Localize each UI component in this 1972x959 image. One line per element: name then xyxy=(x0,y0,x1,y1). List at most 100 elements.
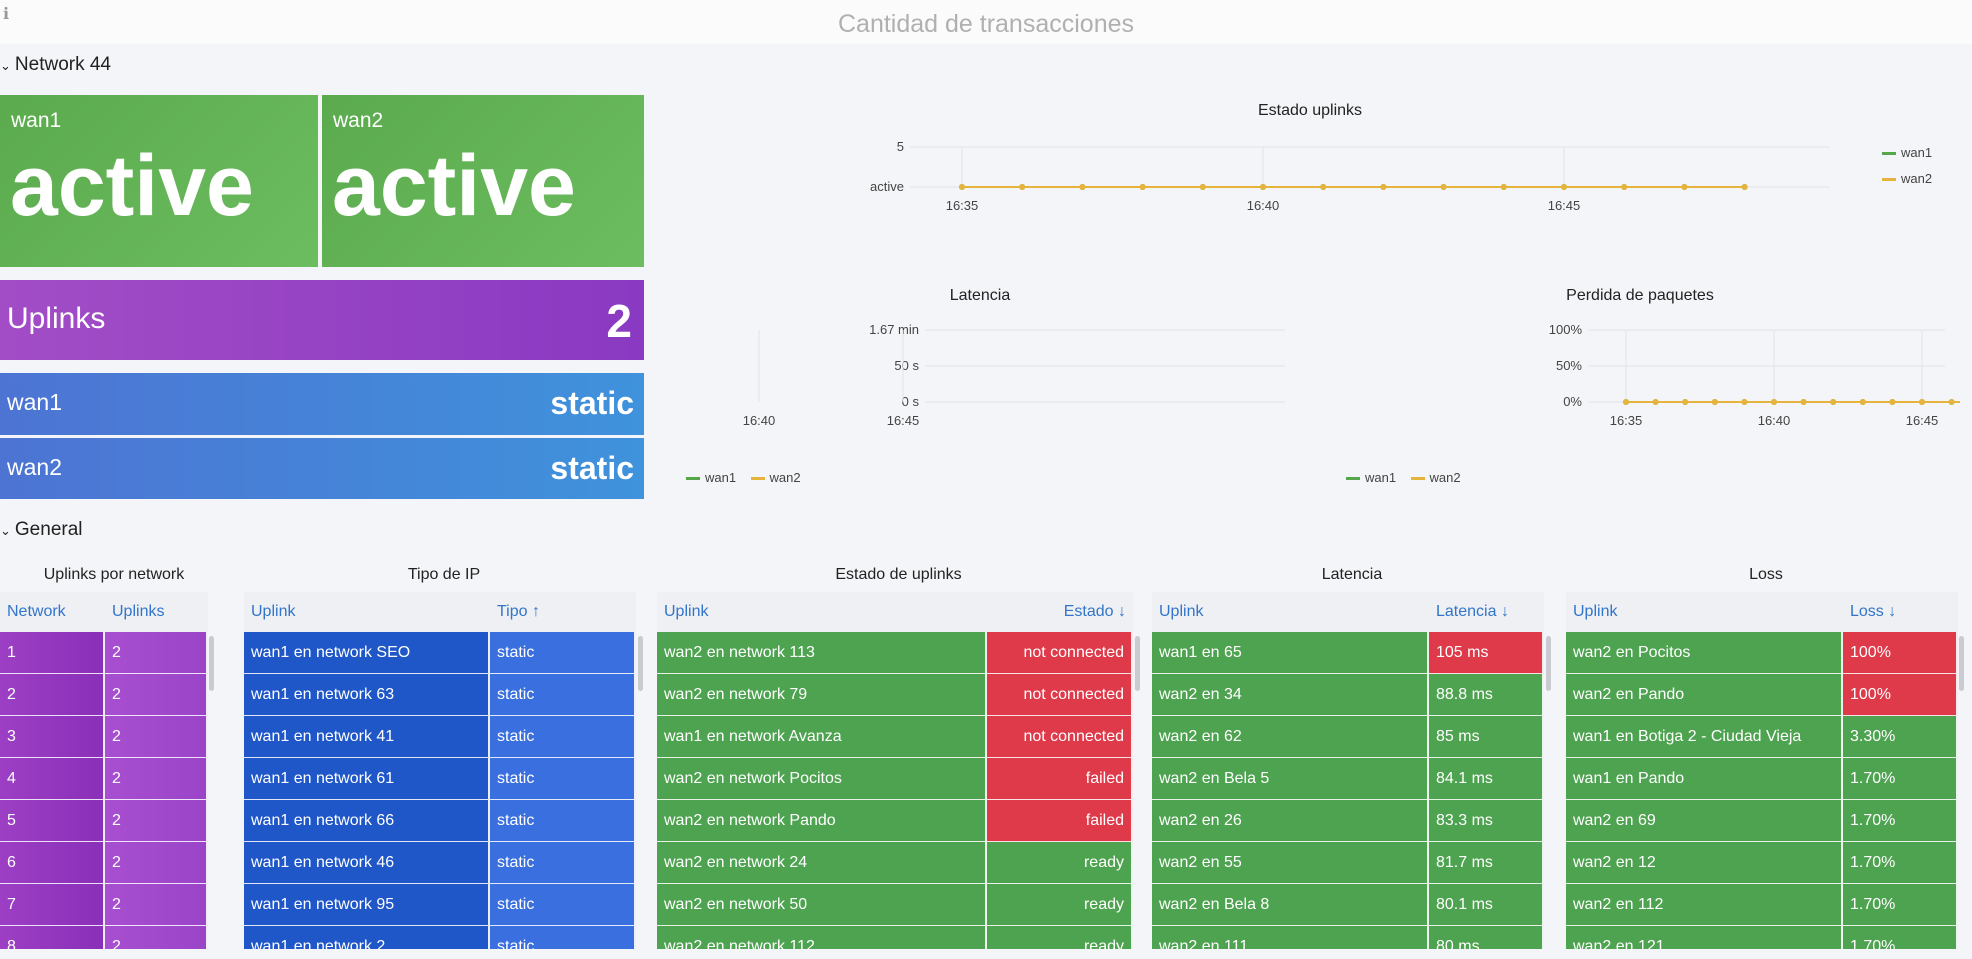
table-row[interactable]: wan1 en network 2 static xyxy=(244,926,636,949)
table-row[interactable]: wan1 en 65 105 ms xyxy=(1152,632,1544,674)
table-cell-value: 81.7 ms xyxy=(1429,842,1544,884)
table-row[interactable]: 12 xyxy=(0,632,208,674)
scrollbar[interactable] xyxy=(638,636,643,691)
data-point xyxy=(1623,399,1629,405)
table-row[interactable]: wan2 en 26 83.3 ms xyxy=(1152,800,1544,842)
table-row[interactable]: wan2 en Bela 8 80.1 ms xyxy=(1152,884,1544,926)
table-row[interactable]: wan1 en network 95 static xyxy=(244,884,636,926)
column-header-uplink[interactable]: Uplink xyxy=(657,592,987,632)
y-tick-label: 50 s xyxy=(894,358,919,373)
table-row[interactable]: wan2 en 121 1.70% xyxy=(1566,926,1958,949)
table-row[interactable]: 62 xyxy=(0,842,208,884)
legend-estado-uplinks: wan1 wan2 xyxy=(1882,140,1932,192)
scrollbar[interactable] xyxy=(1546,636,1551,691)
legend-label: wan1 xyxy=(1901,145,1933,160)
data-point xyxy=(1741,184,1748,190)
table-estado-uplinks: Uplink Estado ↓ wan2 en network 113 not c… xyxy=(657,592,1133,949)
legend-item-wan1[interactable]: wan1 xyxy=(1882,140,1932,166)
legend-label: wan2 xyxy=(1901,171,1933,186)
table-row[interactable]: wan1 en network 66 static xyxy=(244,800,636,842)
stat-uplinks-count[interactable]: Uplinks 2 xyxy=(0,280,644,360)
table-row[interactable]: wan2 en network 79 not connected xyxy=(657,674,1133,716)
chart-perdida-paquetes[interactable]: 100% 50% 0% 16:35 16:40 16:45 xyxy=(1320,318,1960,458)
table-row[interactable]: wan1 en Botiga 2 - Ciudad Vieja 3.30% xyxy=(1566,716,1958,758)
y-tick-label: 5 xyxy=(897,139,904,154)
column-header-uplink[interactable]: Uplink xyxy=(1152,592,1429,632)
table-row[interactable]: wan1 en network 41 static xyxy=(244,716,636,758)
table-cell-value: static xyxy=(490,632,636,674)
y-tick-label: 50% xyxy=(1556,358,1582,373)
table-cell-value: static xyxy=(490,758,636,800)
stat-label: wan2 xyxy=(333,109,384,132)
table-row[interactable]: wan1 en network SEO static xyxy=(244,632,636,674)
table-row[interactable]: wan1 en network 61 static xyxy=(244,758,636,800)
legend-item-wan1[interactable]: wan1 xyxy=(686,470,736,485)
scrollbar[interactable] xyxy=(1135,636,1140,691)
table-row[interactable]: wan2 en 34 88.8 ms xyxy=(1152,674,1544,716)
chart-latencia[interactable]: 1.67 min50 s0 s16:3516:4016:45 xyxy=(660,318,1300,458)
table-cell-value: 100% xyxy=(1843,632,1958,674)
table-row[interactable]: wan2 en 112 1.70% xyxy=(1566,884,1958,926)
table-row[interactable]: wan2 en 12 1.70% xyxy=(1566,842,1958,884)
stat-value: static xyxy=(550,385,634,421)
legend-item-wan1[interactable]: wan1 xyxy=(1346,470,1396,485)
table-row[interactable]: 42 xyxy=(0,758,208,800)
table-row[interactable]: wan2 en network Pocitos failed xyxy=(657,758,1133,800)
stat-wan1-status[interactable]: wan1 active xyxy=(0,95,318,267)
column-header-uplinks[interactable]: Uplinks xyxy=(105,592,208,632)
table-title-estado-uplinks: Estado de uplinks xyxy=(835,566,962,583)
row-general-toggle[interactable]: ⌄ General xyxy=(0,519,83,541)
data-point xyxy=(1681,184,1688,190)
table-cell-value: 2 xyxy=(105,674,208,716)
table-cell-label: wan1 en network 41 xyxy=(244,716,490,758)
table-row[interactable]: wan2 en network 50 ready xyxy=(657,884,1133,926)
table-row[interactable]: wan1 en network 63 static xyxy=(244,674,636,716)
x-tick-label: 16:45 xyxy=(887,413,920,428)
table-cell-value: static xyxy=(490,800,636,842)
column-header-latencia[interactable]: Latencia ↓ xyxy=(1429,592,1544,632)
row-network-toggle[interactable]: ⌄ Network 44 xyxy=(0,54,111,76)
data-point xyxy=(1741,399,1748,405)
legend-item-wan2[interactable]: wan2 xyxy=(1882,166,1932,192)
column-header-uplink[interactable]: Uplink xyxy=(244,592,490,632)
table-row[interactable]: wan2 en network 112 ready xyxy=(657,926,1133,949)
table-row[interactable]: 32 xyxy=(0,716,208,758)
chart-estado-uplinks[interactable]: 5 active 16:35 16:40 16:45 xyxy=(660,130,1860,255)
row-general-title: General xyxy=(14,519,83,540)
stat-wan1-type[interactable]: wan1 static xyxy=(0,373,644,435)
table-row[interactable]: wan2 en 62 85 ms xyxy=(1152,716,1544,758)
table-row[interactable]: wan2 en Pando 100% xyxy=(1566,674,1958,716)
column-header-loss[interactable]: Loss ↓ xyxy=(1843,592,1958,632)
table-row[interactable]: wan2 en network 24 ready xyxy=(657,842,1133,884)
scrollbar[interactable] xyxy=(209,636,214,691)
scrollbar[interactable] xyxy=(1959,636,1964,691)
table-row[interactable]: wan2 en network 113 not connected xyxy=(657,632,1133,674)
chart-title-perdida: Perdida de paquetes xyxy=(1566,287,1714,304)
table-row[interactable]: wan2 en network Pando failed xyxy=(657,800,1133,842)
table-row[interactable]: wan1 en Pando 1.70% xyxy=(1566,758,1958,800)
table-row[interactable]: wan2 en 69 1.70% xyxy=(1566,800,1958,842)
table-cell-label: wan2 en Pando xyxy=(1566,674,1843,716)
legend-item-wan2[interactable]: wan2 xyxy=(750,470,801,485)
column-header-network[interactable]: Network xyxy=(0,592,105,632)
table-row[interactable]: 52 xyxy=(0,800,208,842)
table-row[interactable]: 22 xyxy=(0,674,208,716)
legend-item-wan2[interactable]: wan2 xyxy=(1410,470,1461,485)
table-row[interactable]: 72 xyxy=(0,884,208,926)
table-cell-label: wan2 en 121 xyxy=(1566,926,1843,949)
column-header-estado[interactable]: Estado ↓ xyxy=(987,592,1133,632)
table-title-loss: Loss xyxy=(1749,566,1783,583)
column-header-uplink[interactable]: Uplink xyxy=(1566,592,1843,632)
stat-wan2-status[interactable]: wan2 active xyxy=(322,95,644,267)
stat-wan2-type[interactable]: wan2 static xyxy=(0,438,644,499)
table-row[interactable]: 82 xyxy=(0,926,208,949)
table-row[interactable]: wan1 en network 46 static xyxy=(244,842,636,884)
table-row[interactable]: wan2 en Pocitos 100% xyxy=(1566,632,1958,674)
column-header-tipo[interactable]: Tipo ↑ xyxy=(490,592,636,632)
table-cell-value: static xyxy=(490,884,636,926)
table-row[interactable]: wan2 en 111 80 ms xyxy=(1152,926,1544,949)
table-row[interactable]: wan2 en Bela 5 84.1 ms xyxy=(1152,758,1544,800)
table-row[interactable]: wan1 en network Avanza not connected xyxy=(657,716,1133,758)
table-tipo-ip: Uplink Tipo ↑ wan1 en network SEO static w… xyxy=(244,592,637,949)
table-row[interactable]: wan2 en 55 81.7 ms xyxy=(1152,842,1544,884)
